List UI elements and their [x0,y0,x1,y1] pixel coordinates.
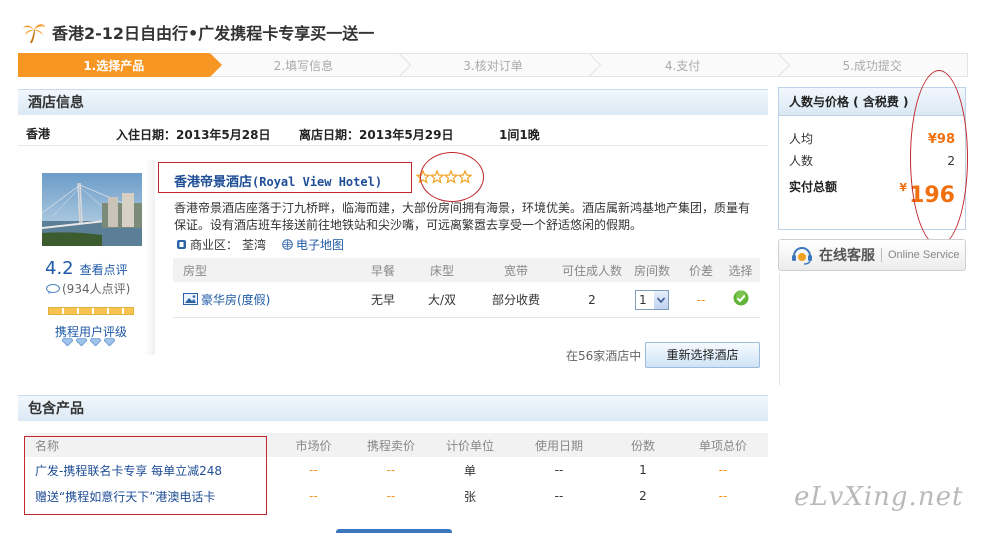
watermark-text: eLvXing.net [794,482,964,512]
room-table-header: 房型 早餐 床型 宽带 可住成人数 房间数 价差 选择 [173,258,760,282]
hotel-count-text: 在56家酒店中 [566,349,642,363]
location-pin-icon [177,240,186,249]
city: 香港 [26,127,51,141]
adults-cell: 2 [588,292,596,307]
rating-bar [48,307,134,315]
breakfast-cell: 无早 [370,293,395,307]
diamond-icon [76,338,87,346]
hotel-photo-image [42,173,142,246]
annotation-oval-price [910,70,968,246]
chevron-down-icon [654,290,668,309]
page-title: 香港2-12日自由行•广发携程卡专享买一送一 [52,24,375,43]
hotel-meta: 商业区： 荃湾 电子地图 [176,236,344,253]
annotation-box-hotel-name [158,162,412,193]
district-value: 荃湾 [242,238,267,252]
package-section-heading: 包含产品 [18,395,768,421]
review-count: (934人点评) [46,280,130,297]
next-button-partial[interactable] [336,529,452,533]
step-select-product: 1.选择产品 [18,53,222,77]
stay-rooms-nights: 1间1晚 [499,128,540,142]
column-divider [145,160,155,355]
map-globe-icon [282,239,293,250]
reselect-hotel-button[interactable]: 重新选择酒店 [645,342,760,368]
district-label: 商业区： [190,238,239,252]
step-pay: 4.支付 [587,53,791,77]
map-link[interactable]: 电子地图 [296,236,344,253]
score-line: 4.2 查看点评 [45,258,128,279]
hotel-description: 香港帝景酒店座落于汀九桥畔，临海而建，大部份房间拥有海景，环境优美。酒店属新鸿基… [174,201,751,232]
annotation-box-packages [24,436,267,515]
annotation-circle-stars [420,152,484,202]
broadband-cell: 部分收费 [491,293,540,307]
step-check-order: 3.核对订单 [398,53,601,77]
comment-bubble-icon [46,283,60,294]
hotel-photo[interactable] [42,173,142,246]
hotel-section-heading: 酒店信息 [18,89,768,115]
page-header: 香港2-12日自由行•广发携程卡专享买一送一 [22,18,374,46]
progress-steps: 1.选择产品 2.填写信息 3.核对订单 4.支付 5.成功提交 [18,53,968,77]
hotel-score: 4.2 [45,258,74,279]
selected-check-icon[interactable] [733,290,749,306]
step-fill-info: 2.填写信息 [208,53,412,77]
sidebar-divider [779,273,780,385]
view-reviews-link[interactable]: 查看点评 [80,261,128,278]
palm-tree-icon [23,24,45,43]
checkout-group: 离店日期：2013年5月29日 [299,126,453,143]
checkout-label: 离店日期： [299,128,360,142]
room-table: 房型 早餐 床型 宽带 可住成人数 房间数 价差 选择 豪华房(度假) 无早 大… [173,258,760,318]
diamond-icon [104,338,115,346]
diamond-icon [62,338,73,346]
price-diff-cell: -- [696,292,706,307]
room-type-link[interactable]: 豪华房(度假) [183,291,270,308]
room-count-select[interactable]: 1 [635,289,669,310]
picture-icon [183,293,198,306]
checkout-date: 2013年5月29日 [359,128,454,142]
table-row: 豪华房(度假) 无早 大/双 部分收费 2 1 -- [173,282,760,318]
bed-cell: 大/双 [427,293,457,307]
user-rating-diamonds [62,338,115,346]
online-service-button[interactable]: 在线客服 Online Service [778,239,966,271]
diamond-icon [90,338,101,346]
customer-service-icon [792,247,812,265]
checkin-group: 入住日期：2013年5月28日 [116,128,271,142]
